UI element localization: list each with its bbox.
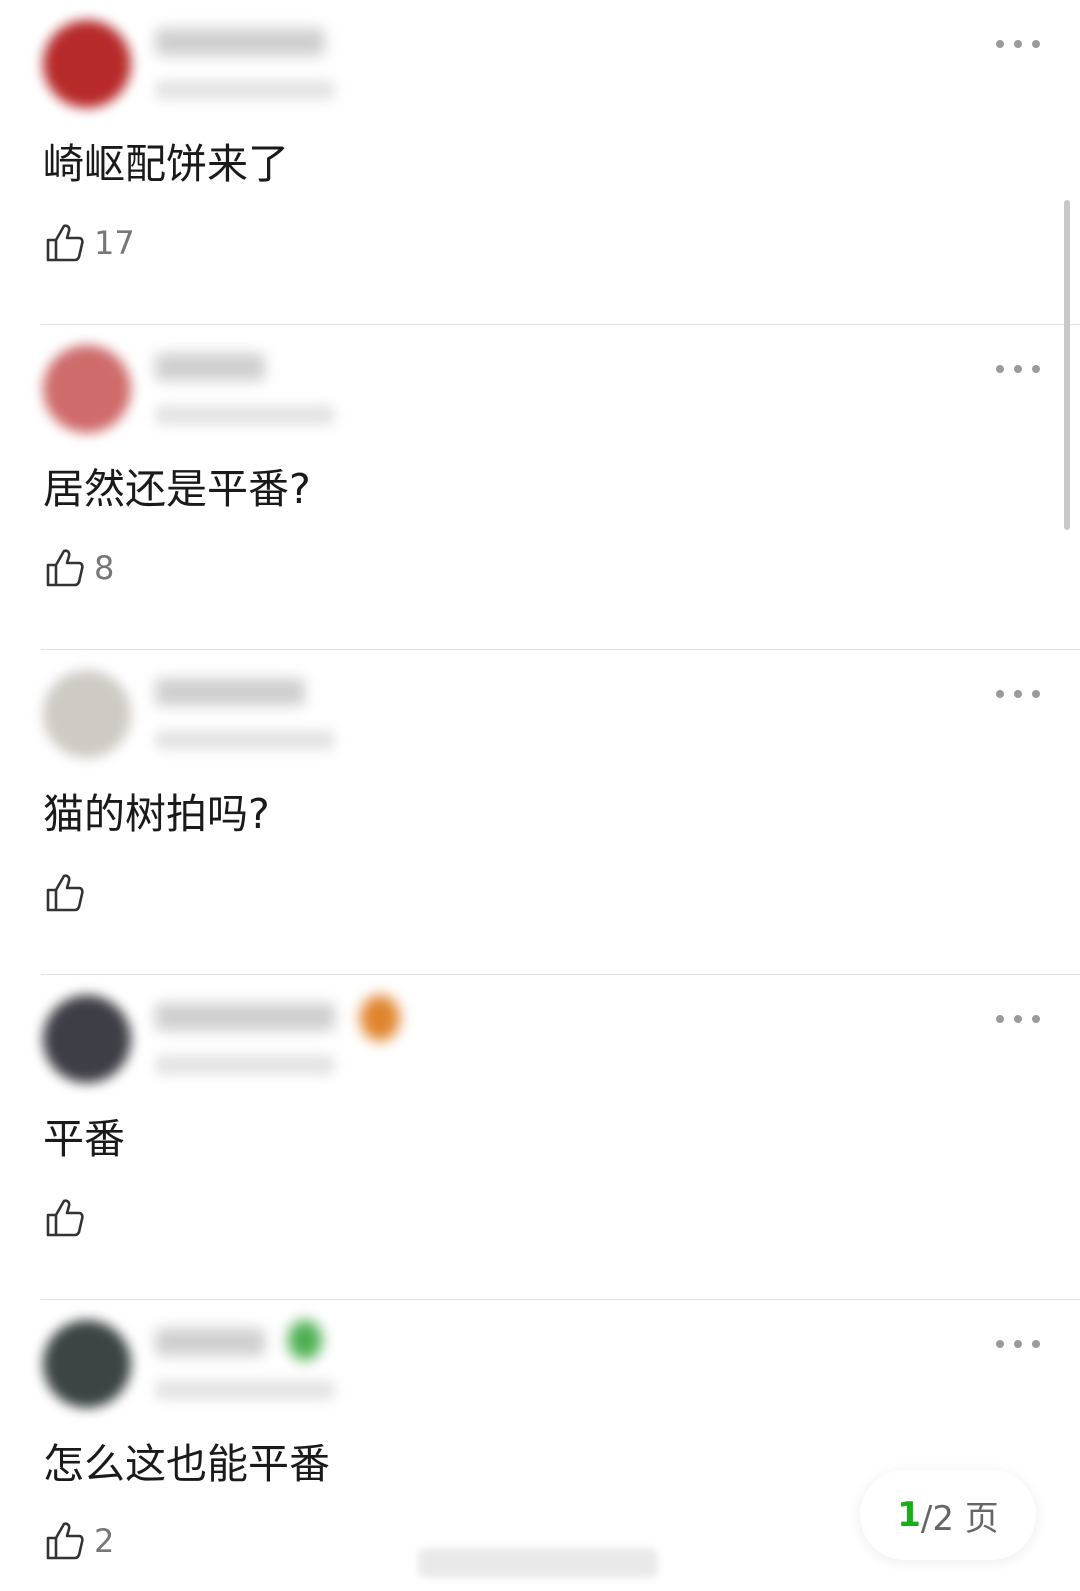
avatar[interactable] [43,995,131,1083]
comment-meta-redacted [155,80,335,100]
watermark [418,1548,658,1578]
avatar[interactable] [43,670,131,758]
page-indicator[interactable]: 1 /2 页 [860,1470,1036,1560]
username-redacted[interactable] [155,353,265,381]
username-redacted[interactable] [155,1328,265,1356]
like-button[interactable] [44,872,94,914]
thumbs-up-icon [46,1522,84,1560]
like-count: 8 [94,549,115,587]
more-dots-icon [996,690,1004,698]
comment-item: 崎岖配饼来了 17 [0,0,1080,325]
more-options-button[interactable] [996,1336,1040,1352]
comment-text: 怎么这也能平番 [43,1440,330,1488]
comment-meta-redacted [155,1380,335,1400]
current-page: 1 [897,1495,921,1535]
user-badge-icon [288,1320,322,1360]
thumbs-up-icon [46,874,84,912]
avatar[interactable] [43,345,131,433]
avatar[interactable] [43,1320,131,1408]
more-options-button[interactable] [996,686,1040,702]
more-dots-icon [996,1340,1004,1348]
comment-text: 平番 [43,1115,125,1163]
scrollbar[interactable] [1064,200,1070,530]
more-dots-icon [996,1015,1004,1023]
thumbs-up-icon [46,1199,84,1237]
comment-text: 居然还是平番? [43,465,311,513]
like-count: 2 [94,1522,115,1560]
avatar[interactable] [43,20,131,108]
comment-item: 平番 [0,975,1080,1300]
total-pages: /2 页 [920,1498,999,1539]
comment-meta-redacted [155,405,335,425]
username-redacted[interactable] [155,678,305,706]
more-options-button[interactable] [996,361,1040,377]
like-button[interactable]: 2 [44,1520,114,1562]
comment-item: 猫的树拍吗? [0,650,1080,975]
like-button[interactable]: 17 [44,222,135,264]
username-redacted[interactable] [155,28,325,56]
more-options-button[interactable] [996,1011,1040,1027]
more-dots-icon [996,40,1004,48]
like-button[interactable]: 8 [44,547,114,589]
comment-meta-redacted [155,730,335,750]
more-options-button[interactable] [996,36,1040,52]
username-redacted[interactable] [155,1003,335,1031]
more-dots-icon [996,365,1004,373]
like-count: 17 [94,224,135,262]
thumbs-up-icon [46,549,84,587]
comment-text: 猫的树拍吗? [43,790,270,838]
comment-item: 居然还是平番? 8 [0,325,1080,650]
like-button[interactable] [44,1197,94,1239]
user-badge-icon [360,995,400,1041]
comment-text: 崎岖配饼来了 [43,140,289,188]
thumbs-up-icon [46,224,84,262]
comment-meta-redacted [155,1055,335,1075]
